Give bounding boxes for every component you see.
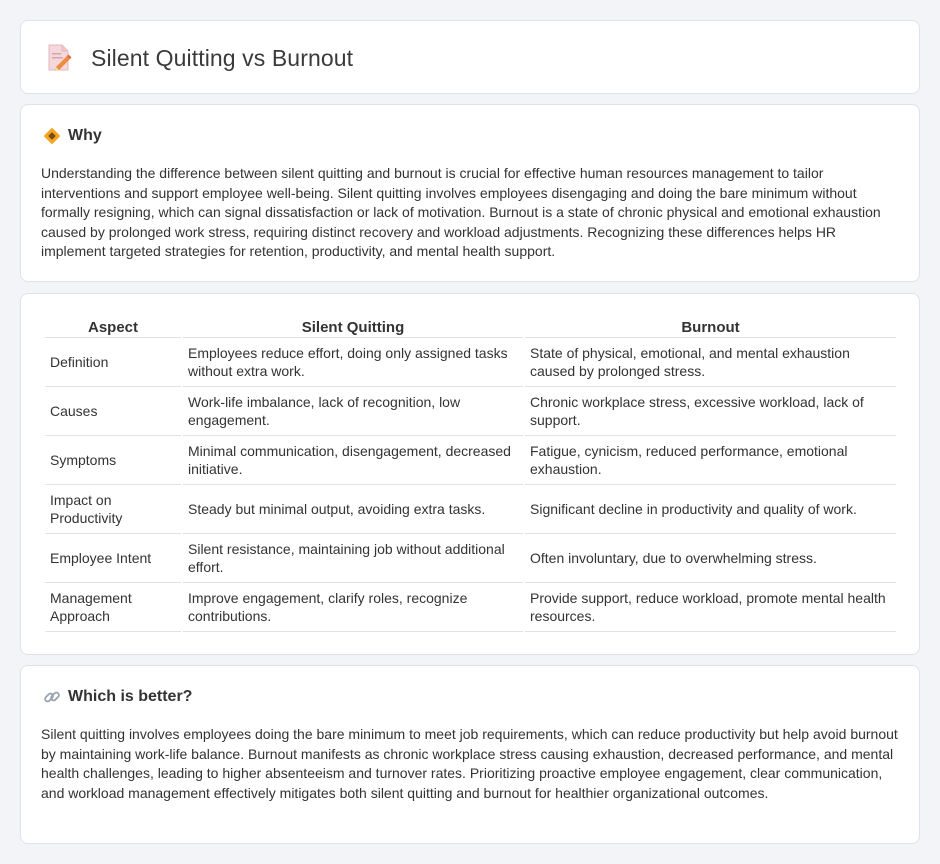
row-silent-quitting: Minimal communication, disengagement, de…: [183, 436, 523, 485]
table-row: Management Approach Improve engagement, …: [45, 583, 896, 632]
which-is-better-section: Which is better? Silent quitting involve…: [20, 665, 920, 844]
row-burnout: State of physical, emotional, and mental…: [525, 338, 896, 387]
table-row: Employee Intent Silent resistance, maint…: [45, 534, 896, 583]
row-aspect: Impact on Productivity: [45, 485, 181, 534]
row-silent-quitting: Silent resistance, maintaining job witho…: [183, 534, 523, 583]
header-card: Silent Quitting vs Burnout: [20, 20, 920, 94]
row-silent-quitting: Steady but minimal output, avoiding extr…: [183, 485, 523, 534]
row-silent-quitting: Employees reduce effort, doing only assi…: [183, 338, 523, 387]
which-is-better-title: Which is better?: [68, 688, 193, 705]
row-aspect: Employee Intent: [45, 534, 181, 583]
table-row: Symptoms Minimal communication, disengag…: [45, 436, 896, 485]
row-burnout: Significant decline in productivity and …: [525, 485, 896, 534]
row-burnout: Often involuntary, due to overwhelming s…: [525, 534, 896, 583]
link-icon: [43, 688, 61, 706]
header-silent-quitting: Silent Quitting: [183, 316, 523, 338]
row-burnout: Chronic workplace stress, excessive work…: [525, 387, 896, 436]
row-aspect: Causes: [45, 387, 181, 436]
row-silent-quitting: Improve engagement, clarify roles, recog…: [183, 583, 523, 632]
why-body: Understanding the difference between sil…: [41, 165, 881, 260]
row-burnout: Provide support, reduce workload, promot…: [525, 583, 896, 632]
row-aspect: Definition: [45, 338, 181, 387]
diamond-sign-icon: [43, 127, 61, 145]
why-section: Why Understanding the difference between…: [20, 104, 920, 282]
document-edit-icon: [45, 42, 73, 74]
comparison-section: Aspect Silent Quitting Burnout Definitio…: [20, 293, 920, 655]
page-title: Silent Quitting vs Burnout: [91, 44, 354, 71]
which-is-better-body: Silent quitting involves employees doing…: [41, 726, 898, 801]
header-burnout: Burnout: [525, 316, 896, 338]
row-burnout: Fatigue, cynicism, reduced performance, …: [525, 436, 896, 485]
table-row: Definition Employees reduce effort, doin…: [45, 338, 896, 387]
table-row: Causes Work-life imbalance, lack of reco…: [45, 387, 896, 436]
table-row: Impact on Productivity Steady but minima…: [45, 485, 896, 534]
row-aspect: Management Approach: [45, 583, 181, 632]
table-header-row: Aspect Silent Quitting Burnout: [45, 316, 896, 338]
comparison-table: Aspect Silent Quitting Burnout Definitio…: [43, 316, 898, 632]
why-title: Why: [68, 127, 102, 144]
header-aspect: Aspect: [45, 316, 181, 338]
row-silent-quitting: Work-life imbalance, lack of recognition…: [183, 387, 523, 436]
row-aspect: Symptoms: [45, 436, 181, 485]
